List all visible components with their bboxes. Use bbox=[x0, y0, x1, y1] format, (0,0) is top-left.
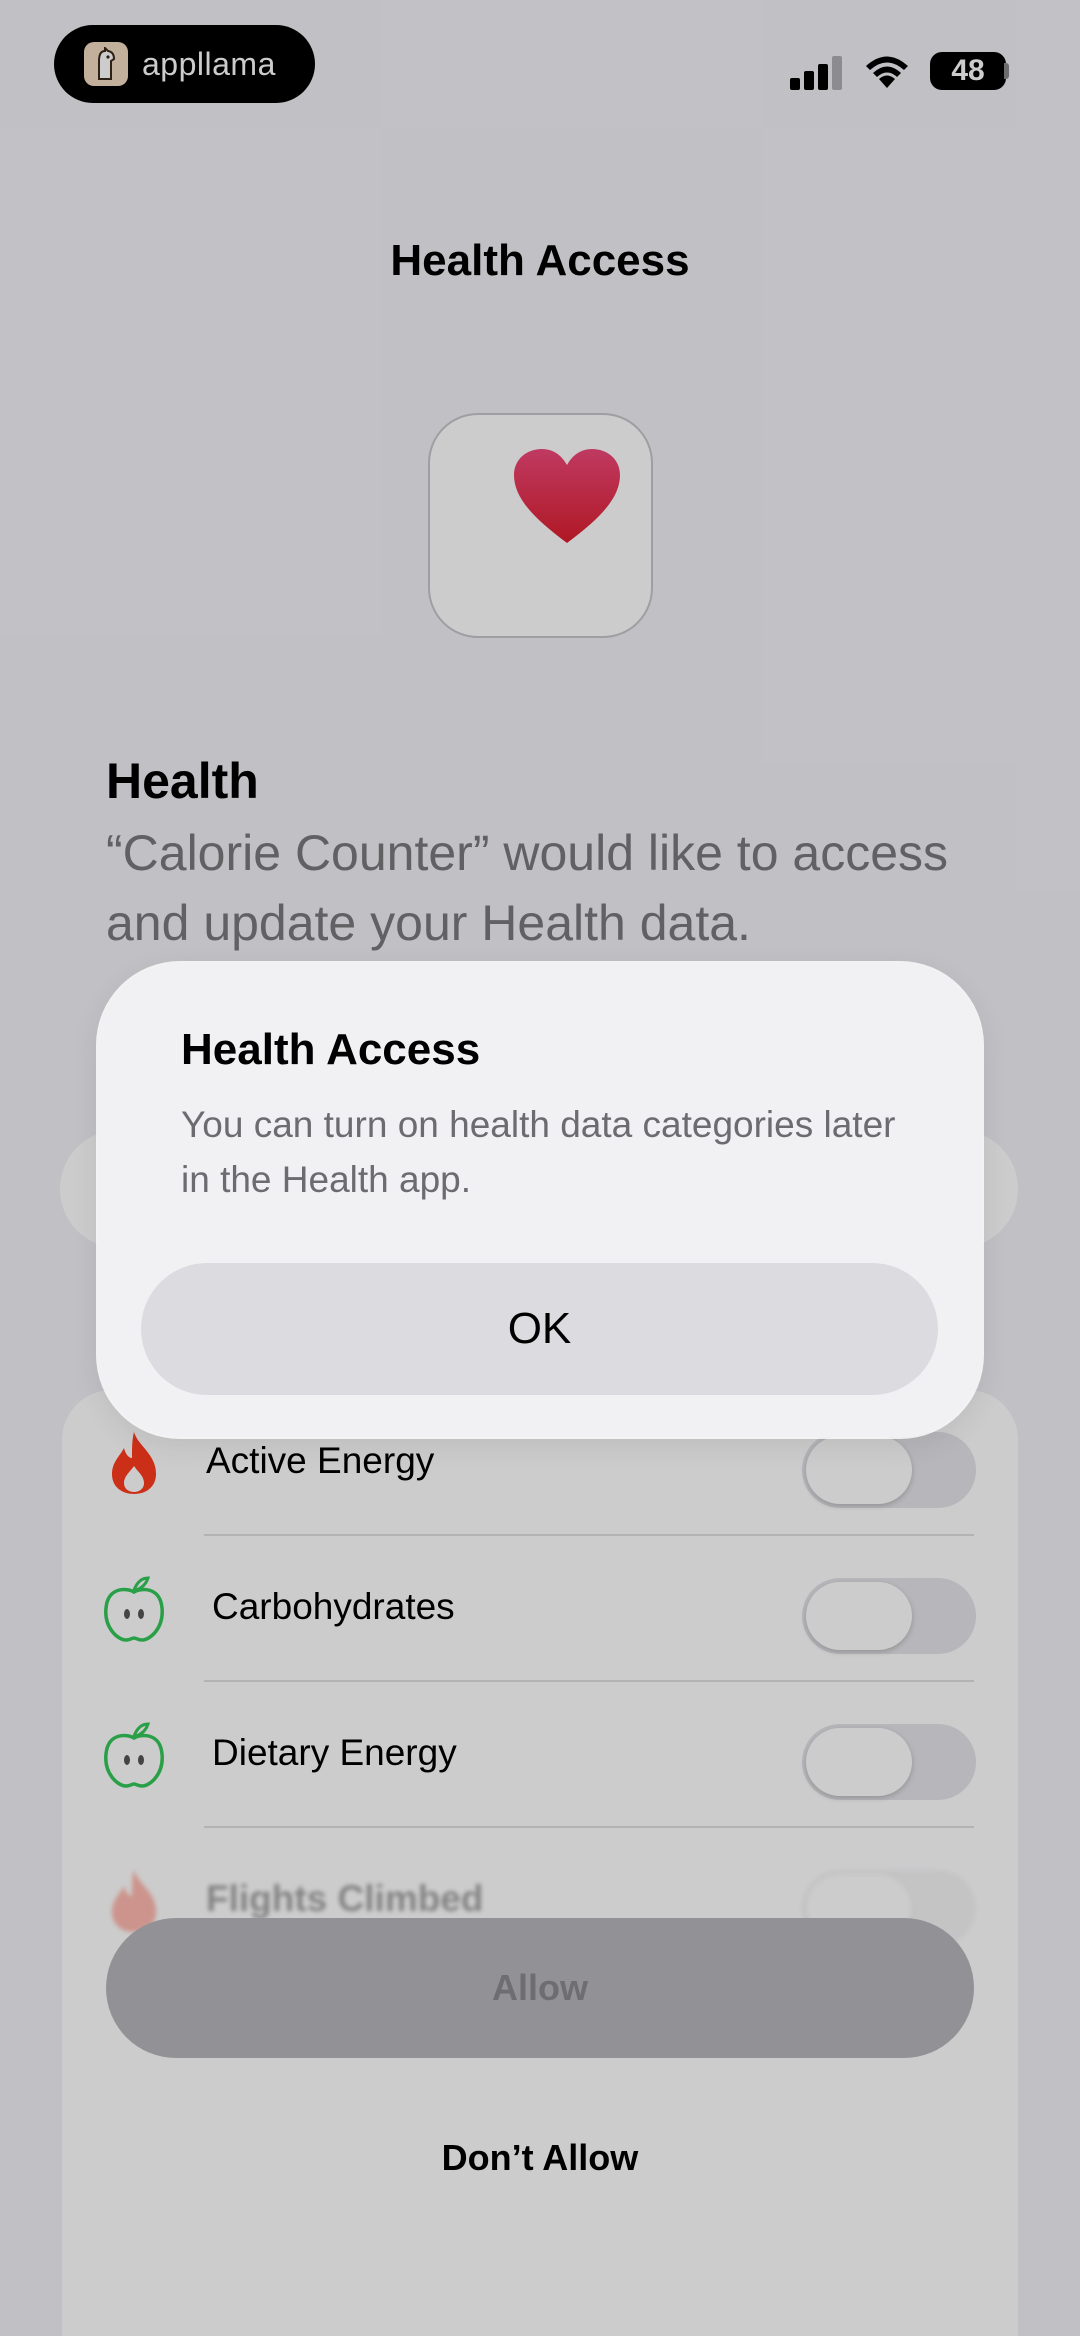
health-access-alert: Health Access You can turn on health dat… bbox=[98, 963, 982, 1437]
alert-message: You can turn on health data categories l… bbox=[181, 1104, 896, 1200]
alert-title: Health Access bbox=[181, 1025, 481, 1074]
ok-button[interactable]: OK bbox=[141, 1263, 938, 1395]
